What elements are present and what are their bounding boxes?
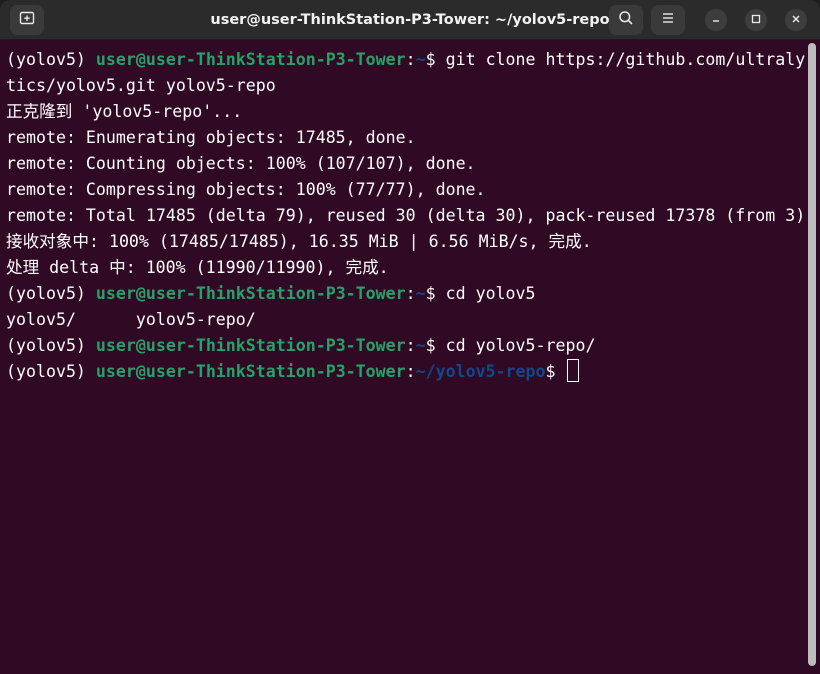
- prompt-symbol: $: [425, 336, 446, 355]
- search-icon: [618, 10, 634, 31]
- command-text: cd yolov5: [445, 284, 536, 303]
- search-button[interactable]: [609, 5, 643, 35]
- prompt-separator: :: [405, 362, 416, 381]
- current-path: ~/yolov5-repo: [415, 362, 546, 381]
- output-line: remote: Counting objects: 100% (107/107)…: [6, 151, 806, 177]
- maximize-button[interactable]: [745, 9, 767, 31]
- minimize-button[interactable]: [705, 9, 727, 31]
- title-bar[interactable]: user@user-ThinkStation-P3-Tower: ~/yolov…: [0, 0, 820, 40]
- output-text: 处理 delta 中: 100% (11990/11990), 完成.: [6, 258, 389, 277]
- output-line: 接收对象中: 100% (17485/17485), 16.35 MiB | 6…: [6, 229, 806, 255]
- current-path: ~: [415, 336, 426, 355]
- command-text: git clone https://github.com/ultraly: [445, 50, 806, 69]
- prompt-symbol: $: [425, 50, 446, 69]
- close-button[interactable]: [785, 9, 807, 31]
- output-text: remote: Enumerating objects: 17485, done…: [6, 128, 416, 147]
- maximize-icon: [751, 11, 761, 29]
- output-text: remote: Compressing objects: 100% (77/77…: [6, 180, 486, 199]
- command-text: cd yolov5-repo/: [445, 336, 596, 355]
- output-line: remote: Compressing objects: 100% (77/77…: [6, 177, 806, 203]
- new-tab-button[interactable]: [10, 5, 44, 35]
- prompt-line: (yolov5) user@user-ThinkStation-P3-Tower…: [6, 281, 806, 307]
- window-title: user@user-ThinkStation-P3-Tower: ~/yolov…: [210, 12, 610, 28]
- output-text: remote: Counting objects: 100% (107/107)…: [6, 154, 476, 173]
- scrollbar[interactable]: [808, 43, 816, 666]
- current-path: ~: [415, 50, 426, 69]
- conda-env: (yolov5): [6, 284, 96, 303]
- prompt-line: (yolov5) user@user-ThinkStation-P3-Tower…: [6, 47, 806, 73]
- output-text: remote: Total 17485 (delta 79), reused 3…: [6, 206, 806, 225]
- output-text: yolov5/ yolov5-repo/: [6, 310, 256, 329]
- output-line: tics/yolov5.git yolov5-repo: [6, 73, 806, 99]
- output-line: 正克隆到 'yolov5-repo'...: [6, 99, 806, 125]
- output-line: yolov5/ yolov5-repo/: [6, 307, 806, 333]
- prompt-symbol: $: [425, 284, 446, 303]
- prompt-line: (yolov5) user@user-ThinkStation-P3-Tower…: [6, 359, 806, 385]
- conda-env: (yolov5): [6, 362, 96, 381]
- user-host: user@user-ThinkStation-P3-Tower: [95, 50, 406, 69]
- prompt-line: (yolov5) user@user-ThinkStation-P3-Tower…: [6, 333, 806, 359]
- terminal-output[interactable]: (yolov5) user@user-ThinkStation-P3-Tower…: [0, 41, 806, 674]
- conda-env: (yolov5): [6, 50, 96, 69]
- output-line: remote: Total 17485 (delta 79), reused 3…: [6, 203, 806, 229]
- minimize-icon: [711, 11, 721, 29]
- close-icon: [791, 11, 801, 29]
- text-cursor: [567, 359, 580, 382]
- user-host: user@user-ThinkStation-P3-Tower: [95, 362, 406, 381]
- conda-env: (yolov5): [6, 336, 96, 355]
- current-path: ~: [415, 284, 426, 303]
- terminal-window: user@user-ThinkStation-P3-Tower: ~/yolov…: [0, 0, 820, 674]
- prompt-separator: :: [405, 284, 416, 303]
- hamburger-menu-icon: [661, 11, 675, 29]
- user-host: user@user-ThinkStation-P3-Tower: [95, 336, 406, 355]
- prompt-symbol: $: [545, 362, 566, 381]
- output-line: 处理 delta 中: 100% (11990/11990), 完成.: [6, 255, 806, 281]
- prompt-separator: :: [405, 336, 416, 355]
- new-tab-icon: [19, 10, 35, 31]
- output-line: remote: Enumerating objects: 17485, done…: [6, 125, 806, 151]
- output-text: 正克隆到 'yolov5-repo'...: [6, 102, 243, 121]
- user-host: user@user-ThinkStation-P3-Tower: [95, 284, 406, 303]
- prompt-separator: :: [405, 50, 416, 69]
- output-text: 接收对象中: 100% (17485/17485), 16.35 MiB | 6…: [6, 232, 592, 251]
- menu-button[interactable]: [651, 5, 685, 35]
- output-text: tics/yolov5.git yolov5-repo: [6, 76, 276, 95]
